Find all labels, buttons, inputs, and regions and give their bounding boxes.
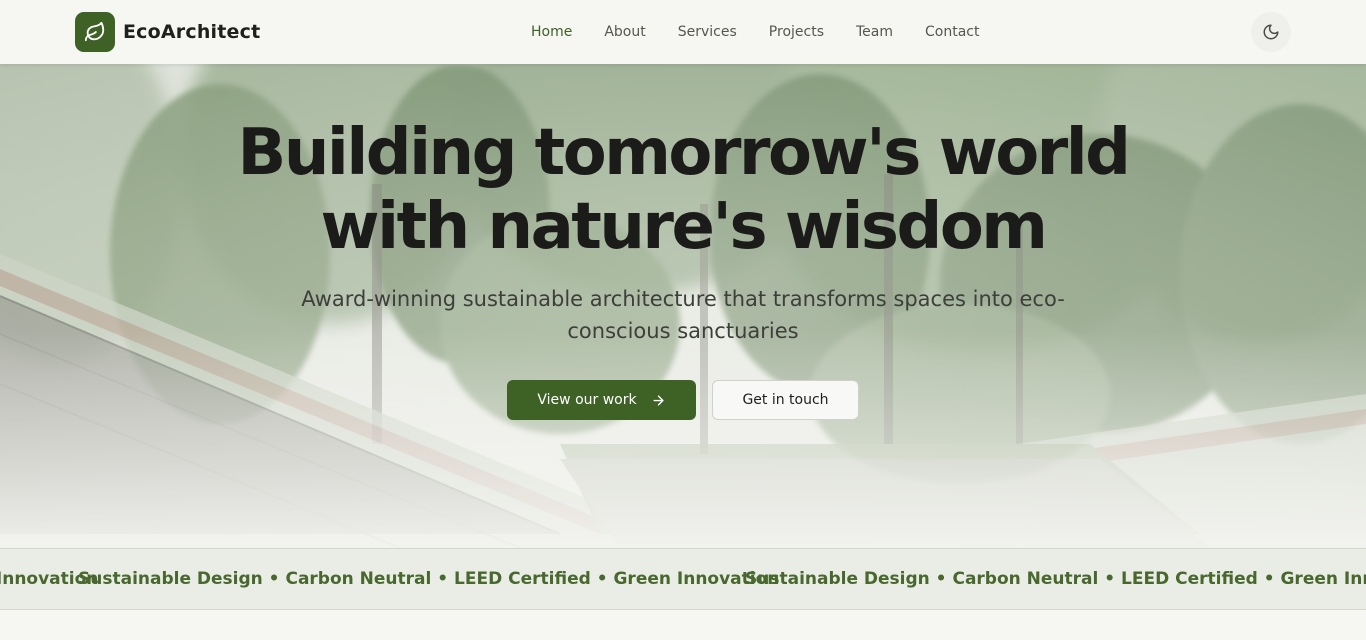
get-in-touch-label: Get in touch <box>742 392 829 408</box>
brand-logo[interactable]: EcoArchitect <box>75 12 260 52</box>
hero-section: Building tomorrow's world with nature's … <box>0 64 1366 548</box>
hero-title: Building tomorrow's world with nature's … <box>183 116 1183 264</box>
main-nav: Home About Services Projects Team Contac… <box>531 22 1011 42</box>
page-section-below <box>0 610 1366 640</box>
view-our-work-button[interactable]: View our work <box>507 380 696 420</box>
moon-icon <box>1263 24 1279 40</box>
theme-toggle-button[interactable] <box>1251 12 1291 52</box>
nav-link-contact[interactable]: Contact <box>925 22 979 42</box>
hero-title-line-2: with nature's wisdom <box>320 190 1048 264</box>
nav-link-home[interactable]: Home <box>531 22 572 42</box>
nav-link-projects[interactable]: Projects <box>769 22 824 42</box>
nav-link-team[interactable]: Team <box>856 22 893 42</box>
leaf-icon <box>75 12 115 52</box>
marquee-item: Sustainable Design • Carbon Neutral • LE… <box>745 569 1366 589</box>
marquee-item: Sustainable Design • Carbon Neutral • LE… <box>78 569 780 589</box>
brand-name: EcoArchitect <box>123 21 261 43</box>
navbar: EcoArchitect Home About Services Project… <box>0 0 1366 64</box>
arrow-right-icon <box>651 393 666 408</box>
nav-link-about[interactable]: About <box>604 22 645 42</box>
hero-subtitle: Award-winning sustainable architecture t… <box>301 287 1065 343</box>
hero-title-line-1: Building tomorrow's world <box>237 116 1131 190</box>
features-marquee: Sustainable Design • Carbon Neutral • LE… <box>0 548 1366 610</box>
get-in-touch-button[interactable]: Get in touch <box>712 380 859 420</box>
view-our-work-label: View our work <box>537 392 637 408</box>
nav-link-services[interactable]: Services <box>678 22 737 42</box>
